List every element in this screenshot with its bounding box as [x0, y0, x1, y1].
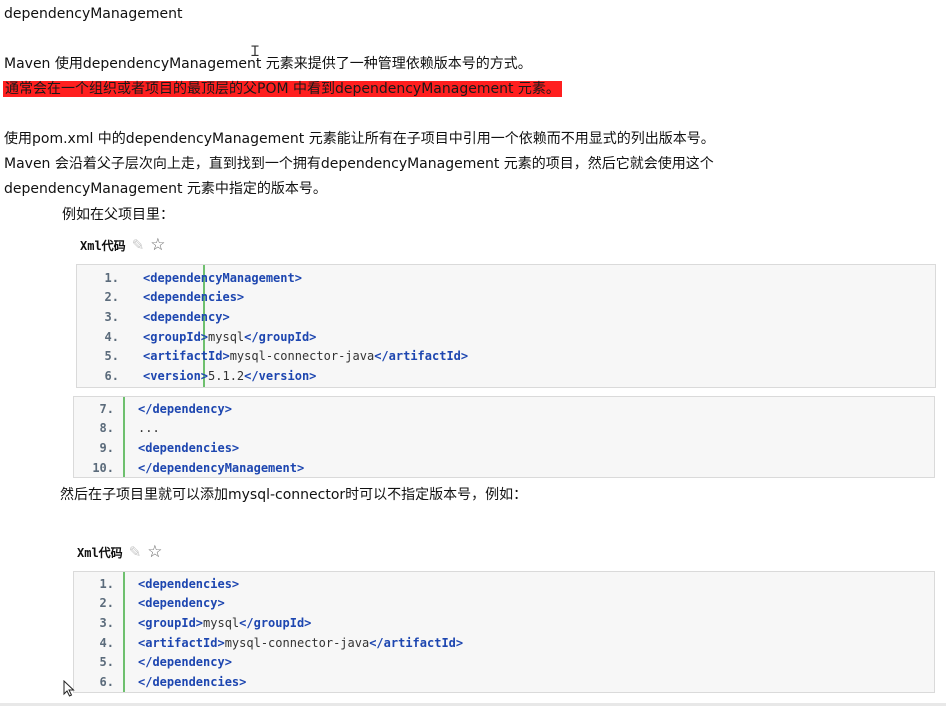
code-line: 4. <groupId>mysql</groupId>	[77, 327, 935, 347]
code-open-tag: <artifactId>	[143, 349, 230, 364]
code-open-tag: <dependencies>	[138, 440, 240, 455]
code-content: <artifactId>mysql-connector-java</artifa…	[126, 636, 463, 650]
code-content: </dependencies>	[126, 675, 246, 689]
code-label: Xml代码	[77, 545, 123, 560]
code-open-tag: <dependencies>	[143, 290, 245, 305]
code-content: <artifactId>mysql-connector-java</artifa…	[131, 349, 468, 363]
code-open-tag: <dependency>	[143, 309, 230, 324]
pin-icon[interactable]: ✎	[129, 543, 142, 561]
code-content: </dependency>	[126, 655, 232, 669]
code-content: <groupId>mysql</groupId>	[126, 616, 311, 630]
code-line: 6. </dependencies>	[74, 672, 934, 692]
code-label: Xml代码	[80, 238, 126, 253]
page-heading: dependencyManagement	[4, 6, 183, 22]
code-open-tag: <groupId>	[143, 329, 209, 344]
code-line: 4. <artifactId>mysql-connector-java</arti…	[74, 633, 934, 653]
code-line: 5. <artifactId>mysql-connector-java</arti…	[77, 346, 935, 366]
code-close-tag: </artifactId>	[374, 349, 469, 364]
paragraph-line-2: Maven 会沿着父子层次向上走，直到找到一个拥有dependencyManag…	[4, 156, 714, 172]
code-text: mysql	[208, 329, 245, 344]
code-line: 6. <version>5.1.2</version>	[77, 366, 935, 386]
highlighted-paragraph: 通常会在一个组织或者项目的最顶层的父POM 中看到dependencyManag…	[3, 80, 562, 98]
paragraph-line-1: 使用pom.xml 中的dependencyManagement 元素能让所有在…	[4, 131, 715, 147]
code-open-tag: <artifactId>	[138, 635, 225, 650]
code-close-tag: </groupId>	[239, 615, 312, 630]
paragraph-intro: Maven 使用dependencyManagement 元素来提供了一种管理依…	[4, 56, 532, 72]
code-close-tag: </version>	[244, 368, 317, 383]
code-open-tag: <groupId>	[138, 615, 204, 630]
code-content: <dependencies>	[126, 577, 239, 591]
code-text: mysql-connector-java	[224, 635, 370, 650]
code-open-tag: <dependencies>	[138, 576, 240, 591]
code-line: 5. </dependency>	[74, 652, 934, 672]
code-block-1: 1. <dependencyManagement> 2. <dependencies>…	[76, 264, 936, 388]
line-number: 6.	[99, 674, 114, 689]
code-content: <dependency>	[131, 310, 230, 324]
code-text: mysql	[203, 615, 240, 630]
code-content: </dependency>	[126, 402, 232, 416]
code-line: 8....	[74, 419, 934, 439]
example-intro: 例如在父项目里：	[62, 207, 174, 223]
code-open-tag: </dependencyManagement>	[138, 460, 305, 475]
line-number: 10.	[92, 460, 114, 475]
code-content: ...	[126, 421, 160, 435]
line-number: 9.	[99, 440, 114, 455]
line-number: 8.	[99, 421, 114, 436]
code-line: 1. <dependencies>	[74, 574, 934, 594]
mouse-pointer-icon	[63, 680, 75, 697]
line-number: 7.	[99, 401, 114, 416]
highlight-text: 通常会在一个组织或者项目的最顶层的父POM 中看到dependencyManag…	[3, 81, 562, 97]
code-content: <dependency>	[126, 596, 225, 610]
code-line: 7. </dependency>	[74, 399, 934, 419]
line-number: 2.	[99, 596, 114, 611]
code-line: 1. <dependencyManagement>	[77, 268, 935, 288]
line-number: 4.	[99, 635, 114, 650]
code-line: 3. <groupId>mysql</groupId>	[74, 613, 934, 633]
line-number: 5.	[104, 349, 119, 364]
line-number: 3.	[99, 615, 114, 630]
code-line: 9. <dependencies>	[74, 438, 934, 458]
code-line: 10. </dependencyManagement>	[74, 458, 934, 478]
paragraph-line-3: dependencyManagement 元素中指定的版本号。	[4, 181, 327, 197]
code-block-2: 7. </dependency> 8.... 9. <dependencies> 10. <…	[73, 396, 935, 478]
line-number: 5.	[99, 655, 114, 670]
code-content: <dependencies>	[131, 290, 244, 304]
code-header-1: Xml代码 ✎ ☆	[80, 235, 166, 255]
code-open-tag: <dependencyManagement>	[143, 270, 302, 285]
code-open-tag: <version>	[143, 368, 209, 383]
code-text: ...	[138, 421, 160, 436]
code-text: mysql-connector-java	[229, 349, 375, 364]
code-open-tag: </dependency>	[138, 401, 232, 416]
line-number: 1.	[104, 270, 119, 285]
code-open-tag: <dependency>	[138, 596, 225, 611]
code-content: <groupId>mysql</groupId>	[131, 330, 316, 344]
code-close-tag: </artifactId>	[369, 635, 464, 650]
line-number: 1.	[99, 576, 114, 591]
code-content: <version>5.1.2</version>	[131, 369, 316, 383]
code-line: 2. <dependencies>	[77, 288, 935, 308]
line-number: 3.	[104, 309, 119, 324]
star-icon[interactable]: ☆	[147, 542, 162, 562]
code-content: </dependencyManagement>	[126, 461, 304, 475]
code-content: <dependencyManagement>	[131, 271, 302, 285]
code-open-tag: </dependencies>	[138, 674, 247, 689]
star-icon[interactable]: ☆	[150, 235, 165, 255]
code-block-3: 1. <dependencies> 2. <dependency> 3. <groupId…	[73, 571, 935, 693]
code-open-tag: </dependency>	[138, 655, 232, 670]
line-number: 4.	[104, 329, 119, 344]
code-line: 2. <dependency>	[74, 594, 934, 614]
code-content: <dependencies>	[126, 441, 239, 455]
code-header-2: Xml代码 ✎ ☆	[77, 542, 163, 562]
pin-icon[interactable]: ✎	[132, 236, 145, 254]
code-close-tag: </groupId>	[244, 329, 317, 344]
line-number: 2.	[104, 290, 119, 305]
code-line: 3. <dependency>	[77, 307, 935, 327]
child-intro: 然后在子项目里就可以添加mysql-connector时可以不指定版本号，例如：	[60, 487, 528, 503]
code-text: 5.1.2	[208, 368, 245, 383]
line-number: 6.	[104, 368, 119, 383]
